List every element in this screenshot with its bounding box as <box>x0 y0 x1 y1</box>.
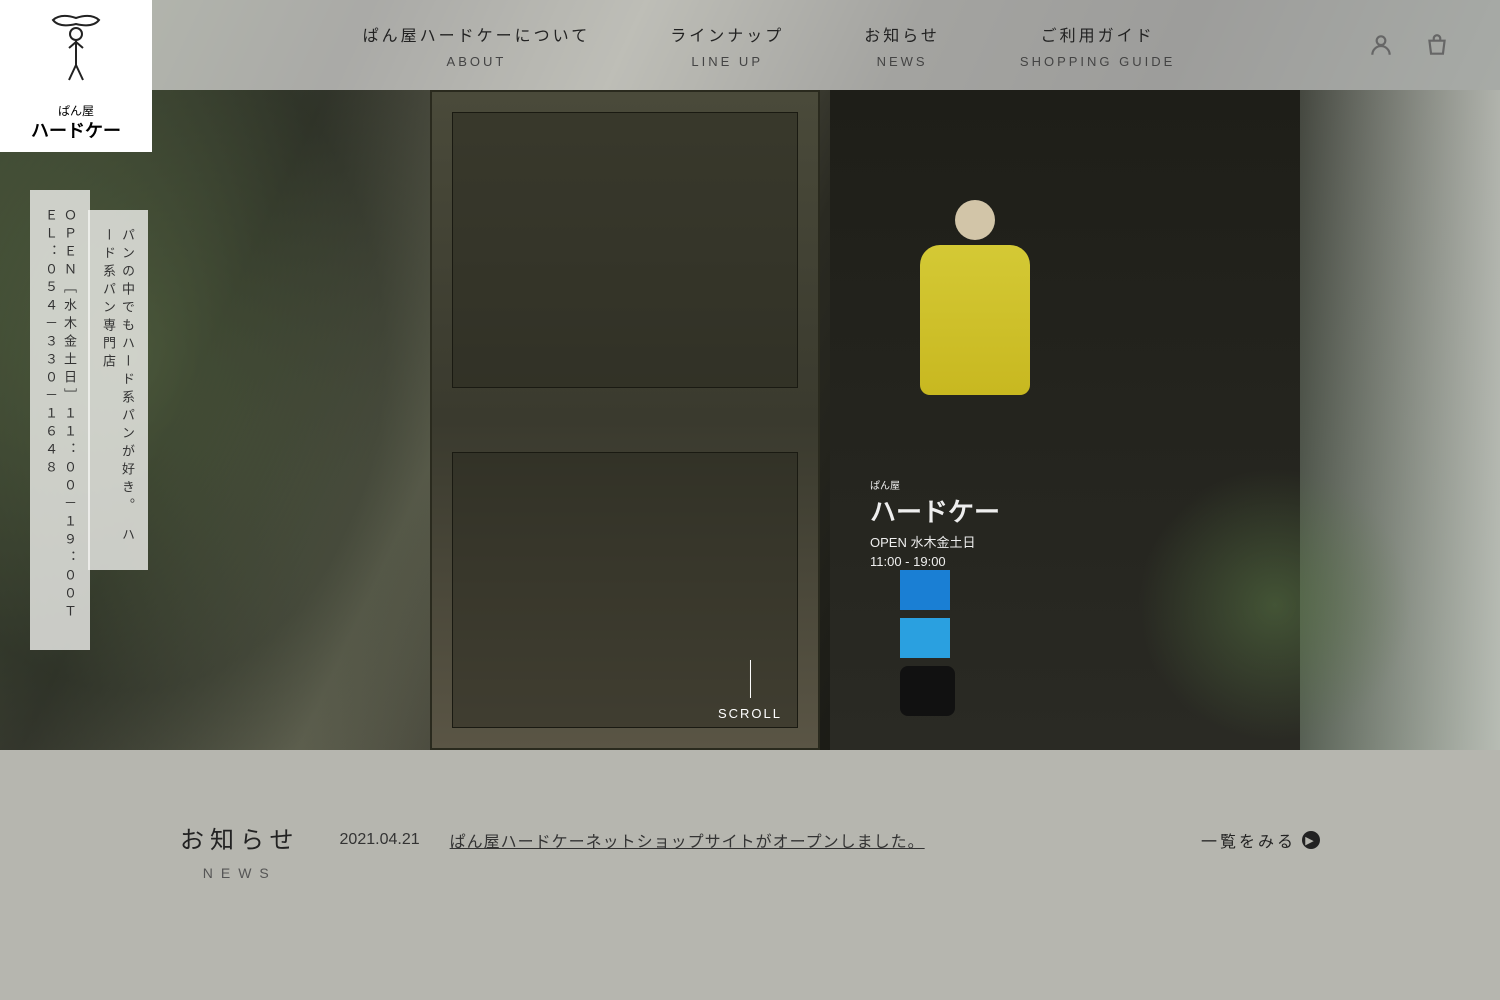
logo-main-text: ハードケー <box>31 117 121 143</box>
news-title-link[interactable]: ぱん屋ハードケーネットショップサイトがオープンしました。 <box>450 828 925 852</box>
news-item: 2021.04.21 ぱん屋ハードケーネットショップサイトがオープンしました。 <box>340 828 1161 852</box>
scroll-line-icon <box>750 660 751 698</box>
side-info-hours: ＯＰＥＮ［水木金土日］１１：００－１９：００ＴＥＬ：０５４－３３０－１６４８ <box>30 190 90 650</box>
nav-label-en: LINE UP <box>670 54 784 69</box>
hero-section: ぱん屋 ハードケー OPEN 水木金土日 11:00 - 19:00 <box>0 0 1500 750</box>
cart-icon[interactable] <box>1424 32 1450 58</box>
store-sign-sub: ぱん屋 <box>870 480 1000 494</box>
news-heading-en: NEWS <box>180 865 300 881</box>
nav-label-en: ABOUT <box>363 54 591 69</box>
store-sign-hours: 11:00 - 19:00 <box>870 553 1000 571</box>
nav-about[interactable]: ぱん屋ハードケーについて ABOUT <box>363 22 591 69</box>
store-sign-main: ハードケー <box>870 494 1000 530</box>
primary-nav: ぱん屋ハードケーについて ABOUT ラインナップ LINE UP お知らせ N… <box>170 22 1368 69</box>
nav-label-jp: ご利用ガイド <box>1020 22 1175 46</box>
news-section: お知らせ NEWS 2021.04.21 ぱん屋ハードケーネットショップサイトが… <box>0 750 1500 1000</box>
window-stickers <box>900 570 955 716</box>
nav-label-jp: ラインナップ <box>670 22 784 46</box>
arrow-right-circle-icon: ▶ <box>1302 831 1320 849</box>
scroll-indicator[interactable]: SCROLL <box>718 660 782 721</box>
account-icon[interactable] <box>1368 32 1394 58</box>
nav-label-en: SHOPPING GUIDE <box>1020 54 1175 69</box>
store-sign-open: OPEN 水木金土日 <box>870 534 1000 552</box>
nav-label-en: NEWS <box>864 54 940 69</box>
news-date: 2021.04.21 <box>340 831 420 849</box>
logo-figure-icon <box>41 10 111 100</box>
hero-door <box>430 90 820 750</box>
hero-mannequin <box>910 200 1040 460</box>
side-info-tagline: パンの中でもハード系パンが好き。 ハード系パン専門店 <box>88 210 148 570</box>
site-header: ぱん屋ハードケーについて ABOUT ラインナップ LINE UP お知らせ N… <box>0 0 1500 90</box>
nav-guide[interactable]: ご利用ガイド SHOPPING GUIDE <box>1020 22 1175 69</box>
nav-label-jp: お知らせ <box>864 22 940 46</box>
news-more-link[interactable]: 一覧をみる ▶ <box>1201 828 1320 852</box>
news-heading: お知らせ NEWS <box>180 820 300 881</box>
nav-news[interactable]: お知らせ NEWS <box>864 22 940 69</box>
hero-curtain <box>1300 90 1500 750</box>
news-more-label: 一覧をみる <box>1201 828 1296 852</box>
site-logo[interactable]: ぱん屋 ハードケー <box>0 0 152 152</box>
storefront-sign: ぱん屋 ハードケー OPEN 水木金土日 11:00 - 19:00 <box>870 480 1000 571</box>
news-heading-jp: お知らせ <box>180 820 300 855</box>
nav-label-jp: ぱん屋ハードケーについて <box>363 22 591 46</box>
nav-lineup[interactable]: ラインナップ LINE UP <box>670 22 784 69</box>
header-icons <box>1368 32 1450 58</box>
scroll-label: SCROLL <box>718 706 782 721</box>
